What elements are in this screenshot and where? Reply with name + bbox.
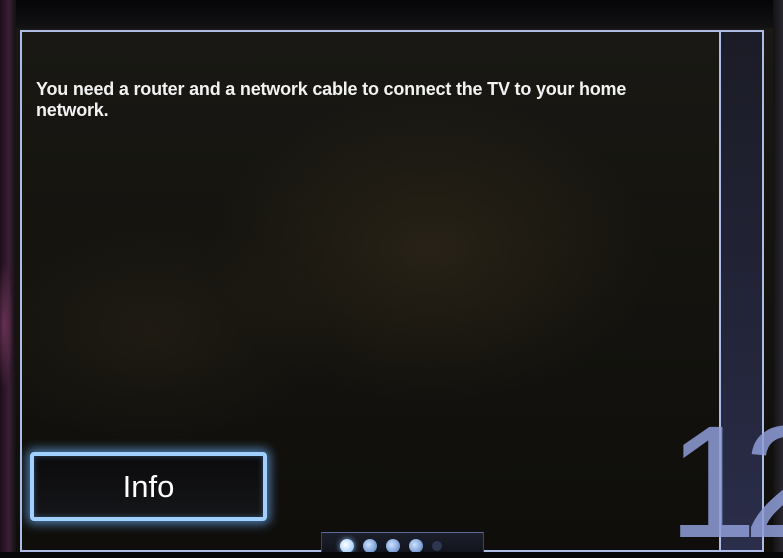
setup-message: You need a router and a network cable to… (36, 79, 627, 120)
info-button-label: Info (122, 468, 175, 504)
page-dot-4 (409, 538, 423, 553)
step-number: 12 (668, 392, 783, 558)
page-dot-3 (386, 538, 400, 553)
tv-bezel-reflection (0, 250, 14, 400)
tv-bezel-top (0, 0, 783, 28)
page-dot-1 (340, 538, 354, 553)
page-dot-2 (363, 538, 377, 553)
page-dot-5 (432, 540, 442, 551)
tv-screen: You need a router and a network cable to… (0, 0, 783, 558)
info-button[interactable]: Info (30, 452, 267, 521)
tv-bezel-bottom (0, 552, 783, 558)
